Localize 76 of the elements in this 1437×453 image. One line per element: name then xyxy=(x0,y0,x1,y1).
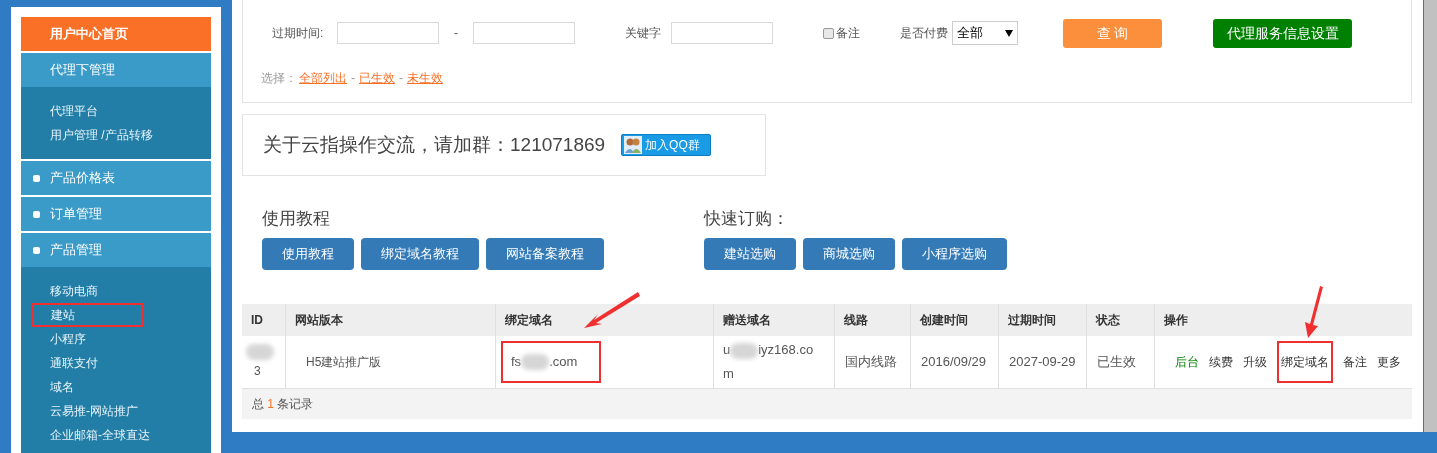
redaction-blur xyxy=(730,342,759,359)
order-button[interactable]: 建站选购 xyxy=(704,238,796,270)
keyword-field[interactable] xyxy=(671,22,773,44)
filter-label: 关键字 xyxy=(625,25,662,42)
qq-group-text: 关于云指操作交流，请加群：121071869 xyxy=(263,132,606,157)
redaction-blur xyxy=(521,354,550,370)
dropdown-arrow-icon xyxy=(1005,29,1013,37)
action-link[interactable]: 升级 xyxy=(1243,353,1267,371)
date-from-field[interactable] xyxy=(337,22,439,44)
paid-select[interactable]: 全部 xyxy=(952,21,1018,45)
column-header: 创建时间 xyxy=(910,304,998,336)
table-cell: 2016/09/29 xyxy=(910,336,998,388)
filter-label: 是否付费 xyxy=(900,25,948,42)
table-cell: 2027-09-29 xyxy=(998,336,1086,388)
table-cell: 国内线路 xyxy=(834,336,910,388)
submenu-item[interactable]: 用户管理 /产品转移 xyxy=(32,123,153,147)
tutorial-button[interactable]: 使用教程 xyxy=(262,238,354,270)
tutorial-button[interactable]: 绑定域名教程 xyxy=(361,238,479,270)
column-header: 线路 xyxy=(834,304,910,336)
link-separator: - xyxy=(399,70,403,87)
tutorial-button[interactable]: 网站备案教程 xyxy=(486,238,604,270)
note-checkbox[interactable] xyxy=(823,27,834,39)
highlighted-domain-cell: fs .com xyxy=(501,341,601,383)
section-title: 使用教程 xyxy=(262,208,331,230)
filter-link[interactable]: 未生效 xyxy=(407,69,443,87)
submenu-item[interactable]: 小程序 xyxy=(32,327,86,351)
table-cell: 3 xyxy=(242,336,285,388)
search-button[interactable]: 查 询 xyxy=(1063,18,1162,48)
join-qq-button[interactable]: 加入QQ群 xyxy=(621,134,712,156)
record-count: 总 1 条记录 xyxy=(252,396,314,413)
section-title: 快速订购： xyxy=(704,208,790,230)
submenu-item[interactable]: 企业邮箱-全球直达 xyxy=(32,423,150,447)
submenu-item[interactable]: 代理平台 xyxy=(32,99,98,123)
column-header: 赠送域名 xyxy=(713,304,834,336)
order-button[interactable]: 商城选购 xyxy=(803,238,895,270)
submenu-item[interactable]: 域名 xyxy=(32,375,74,399)
order-button[interactable]: 小程序选购 xyxy=(902,238,1007,270)
action-link[interactable]: 绑定域名 xyxy=(1277,341,1333,383)
agent-settings-button[interactable]: 代理服务信息设置 xyxy=(1213,18,1352,48)
table-cell: H5建站推广版 xyxy=(285,336,495,388)
home-menu-item[interactable]: 用户中心首页 xyxy=(21,17,211,51)
table-cell: u iyz168.com xyxy=(713,336,834,388)
menu-group-label: 代理下管理 xyxy=(50,61,115,80)
menu-group-header[interactable]: 代理下管理 xyxy=(21,53,211,87)
table-cell: 已生效 xyxy=(1086,336,1154,388)
menu-group-header[interactable]: 产品管理 xyxy=(21,233,211,267)
bullet-icon xyxy=(33,174,40,182)
menu-group-header[interactable]: 订单管理 xyxy=(21,197,211,231)
range-separator: - xyxy=(454,25,458,42)
bullet-icon xyxy=(33,246,40,254)
submenu-item[interactable]: 建站 xyxy=(32,303,143,327)
menu-group-label: 产品管理 xyxy=(50,241,102,260)
action-link[interactable]: 后台 xyxy=(1175,353,1199,371)
menu-group-header[interactable]: 产品价格表 xyxy=(21,161,211,195)
checkbox-label: 备注 xyxy=(836,25,860,42)
action-link[interactable]: 续费 xyxy=(1209,353,1233,371)
action-link[interactable]: 更多 xyxy=(1377,353,1401,371)
submenu-item[interactable]: 云易推-网站推广 xyxy=(32,399,138,423)
submenu-item[interactable]: 通联支付 xyxy=(32,351,98,375)
column-header: 过期时间 xyxy=(998,304,1086,336)
column-header: 网站版本 xyxy=(285,304,495,336)
date-to-field[interactable] xyxy=(473,22,575,44)
menu-group-label: 产品价格表 xyxy=(50,169,115,188)
link-separator: - xyxy=(351,70,355,87)
people-icon xyxy=(624,136,643,154)
redaction-blur xyxy=(246,344,274,360)
filter-link[interactable]: 已生效 xyxy=(359,69,395,87)
filter-link[interactable]: 全部列出 xyxy=(299,69,347,87)
column-header: ID xyxy=(250,312,264,329)
menu-group-label: 订单管理 xyxy=(50,205,102,224)
bullet-icon xyxy=(33,210,40,218)
submenu-item[interactable]: 移动电商 xyxy=(32,279,98,303)
action-link[interactable]: 备注 xyxy=(1343,353,1367,371)
column-header: 状态 xyxy=(1086,304,1154,336)
filter-label: 过期时间: xyxy=(272,25,325,42)
choose-label: 选择： xyxy=(261,70,297,87)
